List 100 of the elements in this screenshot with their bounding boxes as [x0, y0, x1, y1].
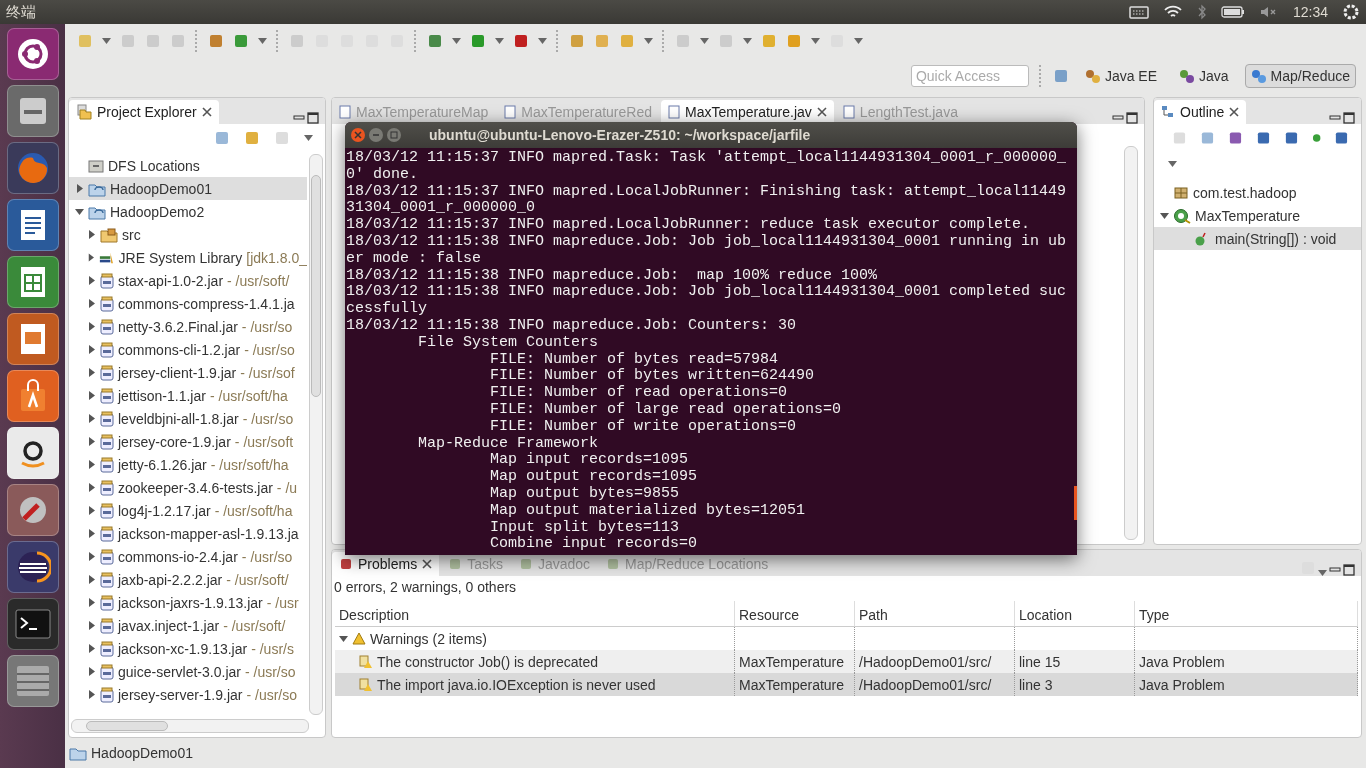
file-cabinet-icon[interactable] [6, 85, 59, 137]
tree-item[interactable]: log4j-1.2.17.jar - /usr/soft/ha [69, 499, 307, 522]
dropdown-caret-icon[interactable] [452, 38, 461, 44]
collapsed-arrow-icon[interactable] [87, 276, 96, 285]
dropdown-caret-icon[interactable] [495, 38, 504, 44]
collapsed-arrow-icon[interactable] [87, 391, 96, 400]
collapsed-arrow-icon[interactable] [87, 575, 96, 584]
horizontal-scrollbar[interactable] [71, 719, 309, 733]
tree-item[interactable]: zookeeper-3.4.6-tests.jar - /u [69, 476, 307, 499]
collapsed-arrow-icon[interactable] [87, 345, 96, 354]
tree-item[interactable]: commons-cli-1.2.jar - /usr/so [69, 338, 307, 361]
wifi-icon[interactable] [1162, 5, 1183, 19]
editor-tab[interactable]: MaxTemperature.jav [661, 100, 834, 124]
bluetooth-icon[interactable] [1196, 4, 1207, 20]
clock[interactable]: 12:34 [1292, 4, 1328, 20]
tree-item[interactable]: HadoopDemo2 [69, 200, 307, 223]
close-icon[interactable] [201, 107, 212, 117]
workspaces-icon[interactable] [6, 655, 59, 707]
column-header[interactable]: Description [335, 601, 735, 627]
dropdown-caret-icon[interactable] [1318, 570, 1327, 576]
collapsed-arrow-icon[interactable] [87, 529, 96, 538]
tree-item[interactable]: JRE System Library [jdk1.8.0_ [69, 246, 307, 269]
spreadsheet-icon[interactable] [6, 256, 59, 308]
keyboard-icon[interactable] [1128, 5, 1149, 19]
tree-item[interactable]: commons-compress-1.4.1.ja [69, 292, 307, 315]
perspective-button[interactable]: Map/Reduce [1244, 64, 1356, 88]
collapsed-arrow-icon[interactable] [87, 506, 96, 515]
close-icon[interactable] [422, 559, 433, 569]
tree-item[interactable]: jettison-1.1.jar - /usr/soft/ha [69, 384, 307, 407]
tree-item[interactable]: stax-api-1.0-2.jar - /usr/soft/ [69, 269, 307, 292]
collapsed-arrow-icon[interactable] [87, 667, 96, 676]
collapsed-arrow-icon[interactable] [87, 598, 96, 607]
problem-row[interactable]: The constructor Job() is deprecated [335, 650, 735, 673]
view-tab[interactable]: Project Explorer [69, 100, 219, 124]
collapsed-arrow-icon[interactable] [87, 253, 95, 262]
document-icon[interactable] [6, 199, 59, 251]
collapsed-arrow-icon[interactable] [87, 460, 96, 469]
tree-item[interactable]: HadoopDemo01 [69, 177, 307, 200]
dropdown-caret-icon[interactable] [304, 135, 313, 141]
column-header[interactable]: Resource [735, 601, 855, 627]
tree-item[interactable]: javax.inject-1.jar - /usr/soft/ [69, 614, 307, 637]
tree-item[interactable]: guice-servlet-3.0.jar - /usr/so [69, 660, 307, 683]
tree-item[interactable]: jackson-jaxrs-1.9.13.jar - /usr [69, 591, 307, 614]
quick-access-field[interactable]: Quick Access [910, 65, 1029, 87]
tree-item[interactable]: jersey-core-1.9.jar - /usr/soft [69, 430, 307, 453]
tree-item[interactable]: netty-3.6.2.Final.jar - /usr/so [69, 315, 307, 338]
tree-item[interactable]: src [69, 223, 307, 246]
collapsed-arrow-icon[interactable] [87, 414, 96, 423]
maximize-icon[interactable] [1343, 112, 1355, 124]
scrollbar[interactable] [1124, 146, 1138, 540]
tree-item[interactable]: com.test.hadoop [1154, 181, 1361, 204]
problem-row[interactable]: The import java.io.IOException is never used [335, 673, 735, 696]
collapsed-arrow-icon[interactable] [87, 368, 96, 377]
column-header[interactable]: Type [1135, 601, 1358, 627]
battery-icon[interactable] [1220, 6, 1245, 18]
collapsed-arrow-icon[interactable] [87, 644, 96, 653]
maximize-icon[interactable] [1343, 564, 1355, 576]
expanded-arrow-icon[interactable] [75, 207, 84, 216]
close-icon[interactable] [1229, 107, 1240, 117]
collapsed-arrow-icon[interactable] [75, 184, 84, 193]
dropdown-caret-icon[interactable] [1168, 161, 1177, 167]
shopping-bag-icon[interactable] [6, 370, 59, 422]
dropdown-caret-icon[interactable] [538, 38, 547, 44]
column-header[interactable]: Path [855, 601, 1015, 627]
dropdown-caret-icon[interactable] [854, 38, 863, 44]
dot-icon[interactable] [1311, 133, 1322, 143]
collapsed-arrow-icon[interactable] [87, 483, 96, 492]
close-button[interactable] [351, 128, 365, 142]
ubuntu-logo-icon[interactable] [6, 28, 59, 80]
dropdown-caret-icon[interactable] [811, 38, 820, 44]
view-tab[interactable]: Outline [1154, 100, 1247, 124]
tree-item[interactable]: commons-io-2.4.jar - /usr/so [69, 545, 307, 568]
collapsed-arrow-icon[interactable] [87, 322, 96, 331]
terminal-icon[interactable] [6, 598, 59, 650]
tree-item[interactable]: MaxTemperature [1154, 204, 1361, 227]
dropdown-caret-icon[interactable] [743, 38, 752, 44]
collapsed-arrow-icon[interactable] [87, 621, 96, 630]
dropdown-caret-icon[interactable] [258, 38, 267, 44]
tree-item[interactable]: DFS Locations [69, 154, 307, 177]
presentation-icon[interactable] [6, 313, 59, 365]
collapsed-arrow-icon[interactable] [87, 437, 96, 446]
eclipse-icon[interactable] [6, 541, 59, 593]
expanded-arrow-icon[interactable] [339, 634, 348, 643]
dropdown-caret-icon[interactable] [700, 38, 709, 44]
column-header[interactable]: Location [1015, 601, 1135, 627]
collapsed-arrow-icon[interactable] [87, 552, 96, 561]
scrollbar[interactable] [309, 154, 323, 715]
tree-item[interactable]: jackson-xc-1.9.13.jar - /usr/s [69, 637, 307, 660]
tree-item[interactable]: leveldbjni-all-1.8.jar - /usr/so [69, 407, 307, 430]
browser-globe-icon[interactable] [6, 142, 59, 194]
collapsed-arrow-icon[interactable] [87, 299, 96, 308]
maximize-icon[interactable] [1126, 112, 1138, 124]
tree-item[interactable]: main(String[]) : void [1154, 227, 1361, 250]
expanded-arrow-icon[interactable] [1160, 211, 1169, 220]
power-gear-icon[interactable] [1342, 3, 1360, 21]
tree-item[interactable]: jackson-mapper-asl-1.9.13.ja [69, 522, 307, 545]
tree-item[interactable]: jersey-client-1.9.jar - /usr/sof [69, 361, 307, 384]
maximize-icon[interactable] [307, 112, 319, 124]
close-icon[interactable] [816, 107, 827, 117]
tree-item[interactable]: jaxb-api-2.2.2.jar - /usr/soft/ [69, 568, 307, 591]
